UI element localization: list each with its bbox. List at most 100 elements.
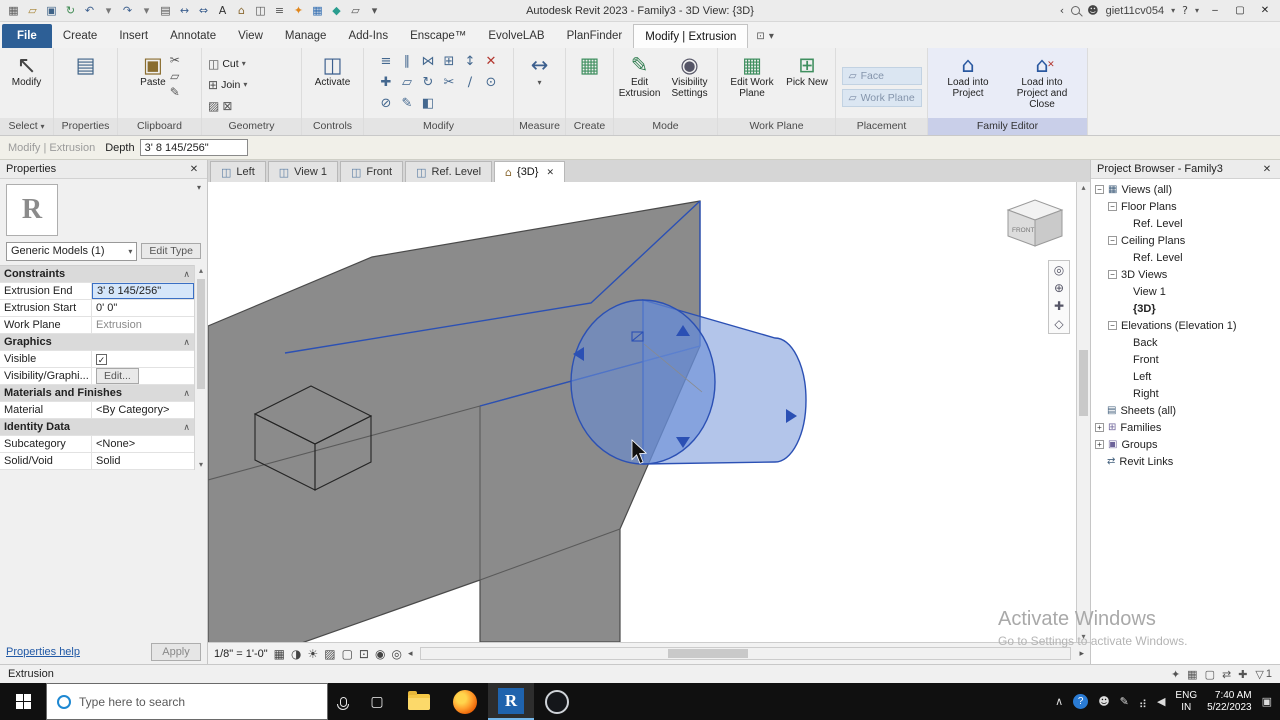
expand-icon[interactable]: + [1095, 440, 1104, 449]
pen-icon[interactable]: ✎ [1120, 695, 1129, 708]
edit-type-button[interactable]: Edit Type [141, 243, 201, 259]
tree-item-back[interactable]: Back [1091, 334, 1280, 351]
steering-wheel-icon[interactable]: ◎ [1054, 263, 1064, 277]
scroll-up-icon[interactable]: ▴ [1077, 183, 1090, 192]
expand-icon[interactable]: + [1095, 423, 1104, 432]
edit-extrusion-button[interactable]: ✎ Edit Extrusion [617, 51, 662, 101]
open-icon[interactable]: ▱ [25, 3, 40, 19]
edit-work-plane-button[interactable]: ▦ Edit Work Plane [723, 51, 781, 101]
vertical-scrollbar[interactable]: ▴ ▾ [1076, 182, 1090, 642]
cut-geometry-button[interactable]: ◫ Cut ▾ [205, 55, 249, 73]
trim-icon[interactable]: ✂ [440, 73, 459, 92]
measure-icon[interactable]: ↔ [177, 3, 192, 19]
view-scale[interactable]: 1/8" = 1'-0" [214, 648, 268, 660]
planfinder-plugin-icon[interactable]: ◆ [329, 3, 344, 19]
join-geometry-button[interactable]: ⊞ Join ▾ [205, 76, 250, 94]
property-value-work-plane[interactable]: Extrusion [92, 317, 194, 333]
match-icon[interactable]: ✎ [398, 94, 417, 113]
tree-item-sheets-all[interactable]: ▤ Sheets (all) [1091, 402, 1280, 419]
tree-item-3d-views[interactable]: −3D Views [1091, 266, 1280, 283]
tree-item-families[interactable]: + ⊞ Families [1091, 419, 1280, 436]
language-indicator[interactable]: ENG IN [1175, 690, 1197, 714]
links-select-icon[interactable]: ⇄ [1222, 668, 1231, 681]
pin-icon[interactable]: ⊙ [482, 73, 501, 92]
property-value-subcategory[interactable]: <None> [92, 436, 194, 452]
panel-label-family-editor[interactable]: Family Editor [928, 118, 1087, 135]
collapse-icon[interactable]: − [1108, 270, 1117, 279]
tree-item-ceiling-plans[interactable]: − Ceiling Plans [1091, 232, 1280, 249]
type-selector-combo[interactable]: Generic Models (1) ▾ [6, 241, 138, 261]
tree-item-revit-links[interactable]: ⇄ Revit Links [1091, 453, 1280, 470]
tree-item-elevations-elevation-1[interactable]: − Elevations (Elevation 1) [1091, 317, 1280, 334]
property-value-material[interactable]: <By Category> [92, 402, 194, 418]
scroll-up-icon[interactable]: ▴ [195, 266, 207, 275]
tree-item-right[interactable]: Right [1091, 385, 1280, 402]
tree-item-left[interactable]: Left [1091, 368, 1280, 385]
taskbar-search-input[interactable]: Type here to search [46, 683, 328, 720]
mirror-icon[interactable]: ⋈ [419, 52, 438, 71]
load-into-project-close-button[interactable]: ⌂ ✕ Load into Project and Close [1004, 51, 1080, 112]
view-tab-view-1[interactable]: ◫ View 1 [267, 161, 338, 182]
ribbon-tab-evolvelab[interactable]: EvolveLAB [477, 24, 555, 48]
tree-item-3d[interactable]: {3D} [1091, 300, 1280, 317]
viewcube[interactable]: FRONT [1006, 199, 1064, 247]
start-button[interactable] [0, 683, 46, 720]
people-icon[interactable]: ☻ [1098, 695, 1109, 708]
close-button[interactable]: ✕ [1256, 5, 1274, 16]
collapse-group-icon[interactable]: ∧ [183, 337, 190, 348]
rotate-icon[interactable]: ↻ [419, 73, 438, 92]
ribbon-tab-view[interactable]: View [227, 24, 274, 48]
help-dropdown-icon[interactable]: ▾ [1195, 6, 1199, 15]
ribbon-tab-file[interactable]: File [2, 24, 52, 48]
cut-to-clipboard-icon[interactable]: ✂ [170, 53, 180, 67]
dimension-icon[interactable]: ⇔ [196, 3, 211, 19]
view-icon[interactable]: ◫ [279, 166, 289, 179]
collapse-icon[interactable]: − [1108, 236, 1117, 245]
property-value-solid-void[interactable]: Solid [92, 453, 194, 469]
network-icon[interactable]: ⣴ [1139, 695, 1147, 708]
view-icon[interactable]: ◫ [351, 166, 361, 179]
maximize-button[interactable]: ▢ [1231, 5, 1249, 16]
panel-label-create[interactable]: Create [566, 118, 613, 135]
links-icon[interactable]: ⇄ [1107, 456, 1115, 467]
tree-item-front[interactable]: Front [1091, 351, 1280, 368]
panel-label-controls[interactable]: Controls [302, 118, 363, 135]
signed-in-user[interactable]: giet11cv054 [1106, 5, 1165, 17]
panel-label-select[interactable]: Select ▾ [0, 118, 53, 135]
view-tab-3d[interactable]: ⌂ {3D} ✕ [494, 161, 565, 182]
help-circle-icon[interactable]: ? [1073, 694, 1089, 709]
panel-label-mode[interactable]: Mode [614, 118, 717, 135]
properties-toggle-button[interactable]: ▤ [75, 51, 97, 79]
panel-label-properties[interactable]: Properties [54, 118, 117, 135]
type-preview-dropdown-icon[interactable]: ▾ [197, 183, 201, 192]
scrollbar-thumb[interactable] [1079, 350, 1088, 416]
taskbar-app-firefox[interactable] [442, 683, 488, 720]
collapse-group-icon[interactable]: ∧ [183, 388, 190, 399]
paste-button[interactable]: ▣ Paste [139, 51, 167, 90]
tree-item-floor-plans[interactable]: − Floor Plans [1091, 198, 1280, 215]
worksharing-icon[interactable]: ✦ [1171, 668, 1180, 681]
ribbon-pin-icon[interactable]: ⊡ [756, 31, 764, 42]
save-icon[interactable]: ▣ [44, 3, 59, 19]
ribbon-cycle-icon[interactable]: ▾ [769, 31, 774, 42]
view-icon[interactable]: ◫ [221, 166, 231, 179]
redo-drop-icon[interactable]: ▾ [139, 3, 154, 19]
property-value-extrusion-start[interactable]: 0' 0" [92, 300, 194, 316]
panel-label-measure[interactable]: Measure [514, 118, 565, 135]
view-tab-left[interactable]: ◫ Left [210, 161, 266, 182]
measure-dropdown-icon[interactable]: ▾ [537, 77, 541, 88]
properties-help-link[interactable]: Properties help [6, 646, 80, 658]
editable-only-icon[interactable]: ▢ [1205, 668, 1215, 681]
undo-drop-icon[interactable]: ▾ [101, 3, 116, 19]
close-project-browser-icon[interactable]: ✕ [1260, 164, 1274, 175]
match-type-icon[interactable]: ✎ [170, 85, 180, 99]
property-value-extrusion-end[interactable]: 3' 8 145/256" [92, 283, 194, 299]
taskbar-app-obs[interactable] [534, 683, 580, 720]
scroll-down-icon[interactable]: ▾ [1077, 632, 1090, 641]
offset-icon[interactable]: ∥ [398, 52, 417, 71]
panel-label-modify[interactable]: Modify [364, 118, 513, 135]
collapse-icon[interactable]: − [1108, 202, 1117, 211]
load-into-project-button[interactable]: ⌂ Load into Project [935, 51, 1001, 101]
visibility-settings-button[interactable]: ◉ Visibility Settings [665, 51, 714, 101]
pan-icon[interactable]: ✚ [1054, 299, 1064, 313]
